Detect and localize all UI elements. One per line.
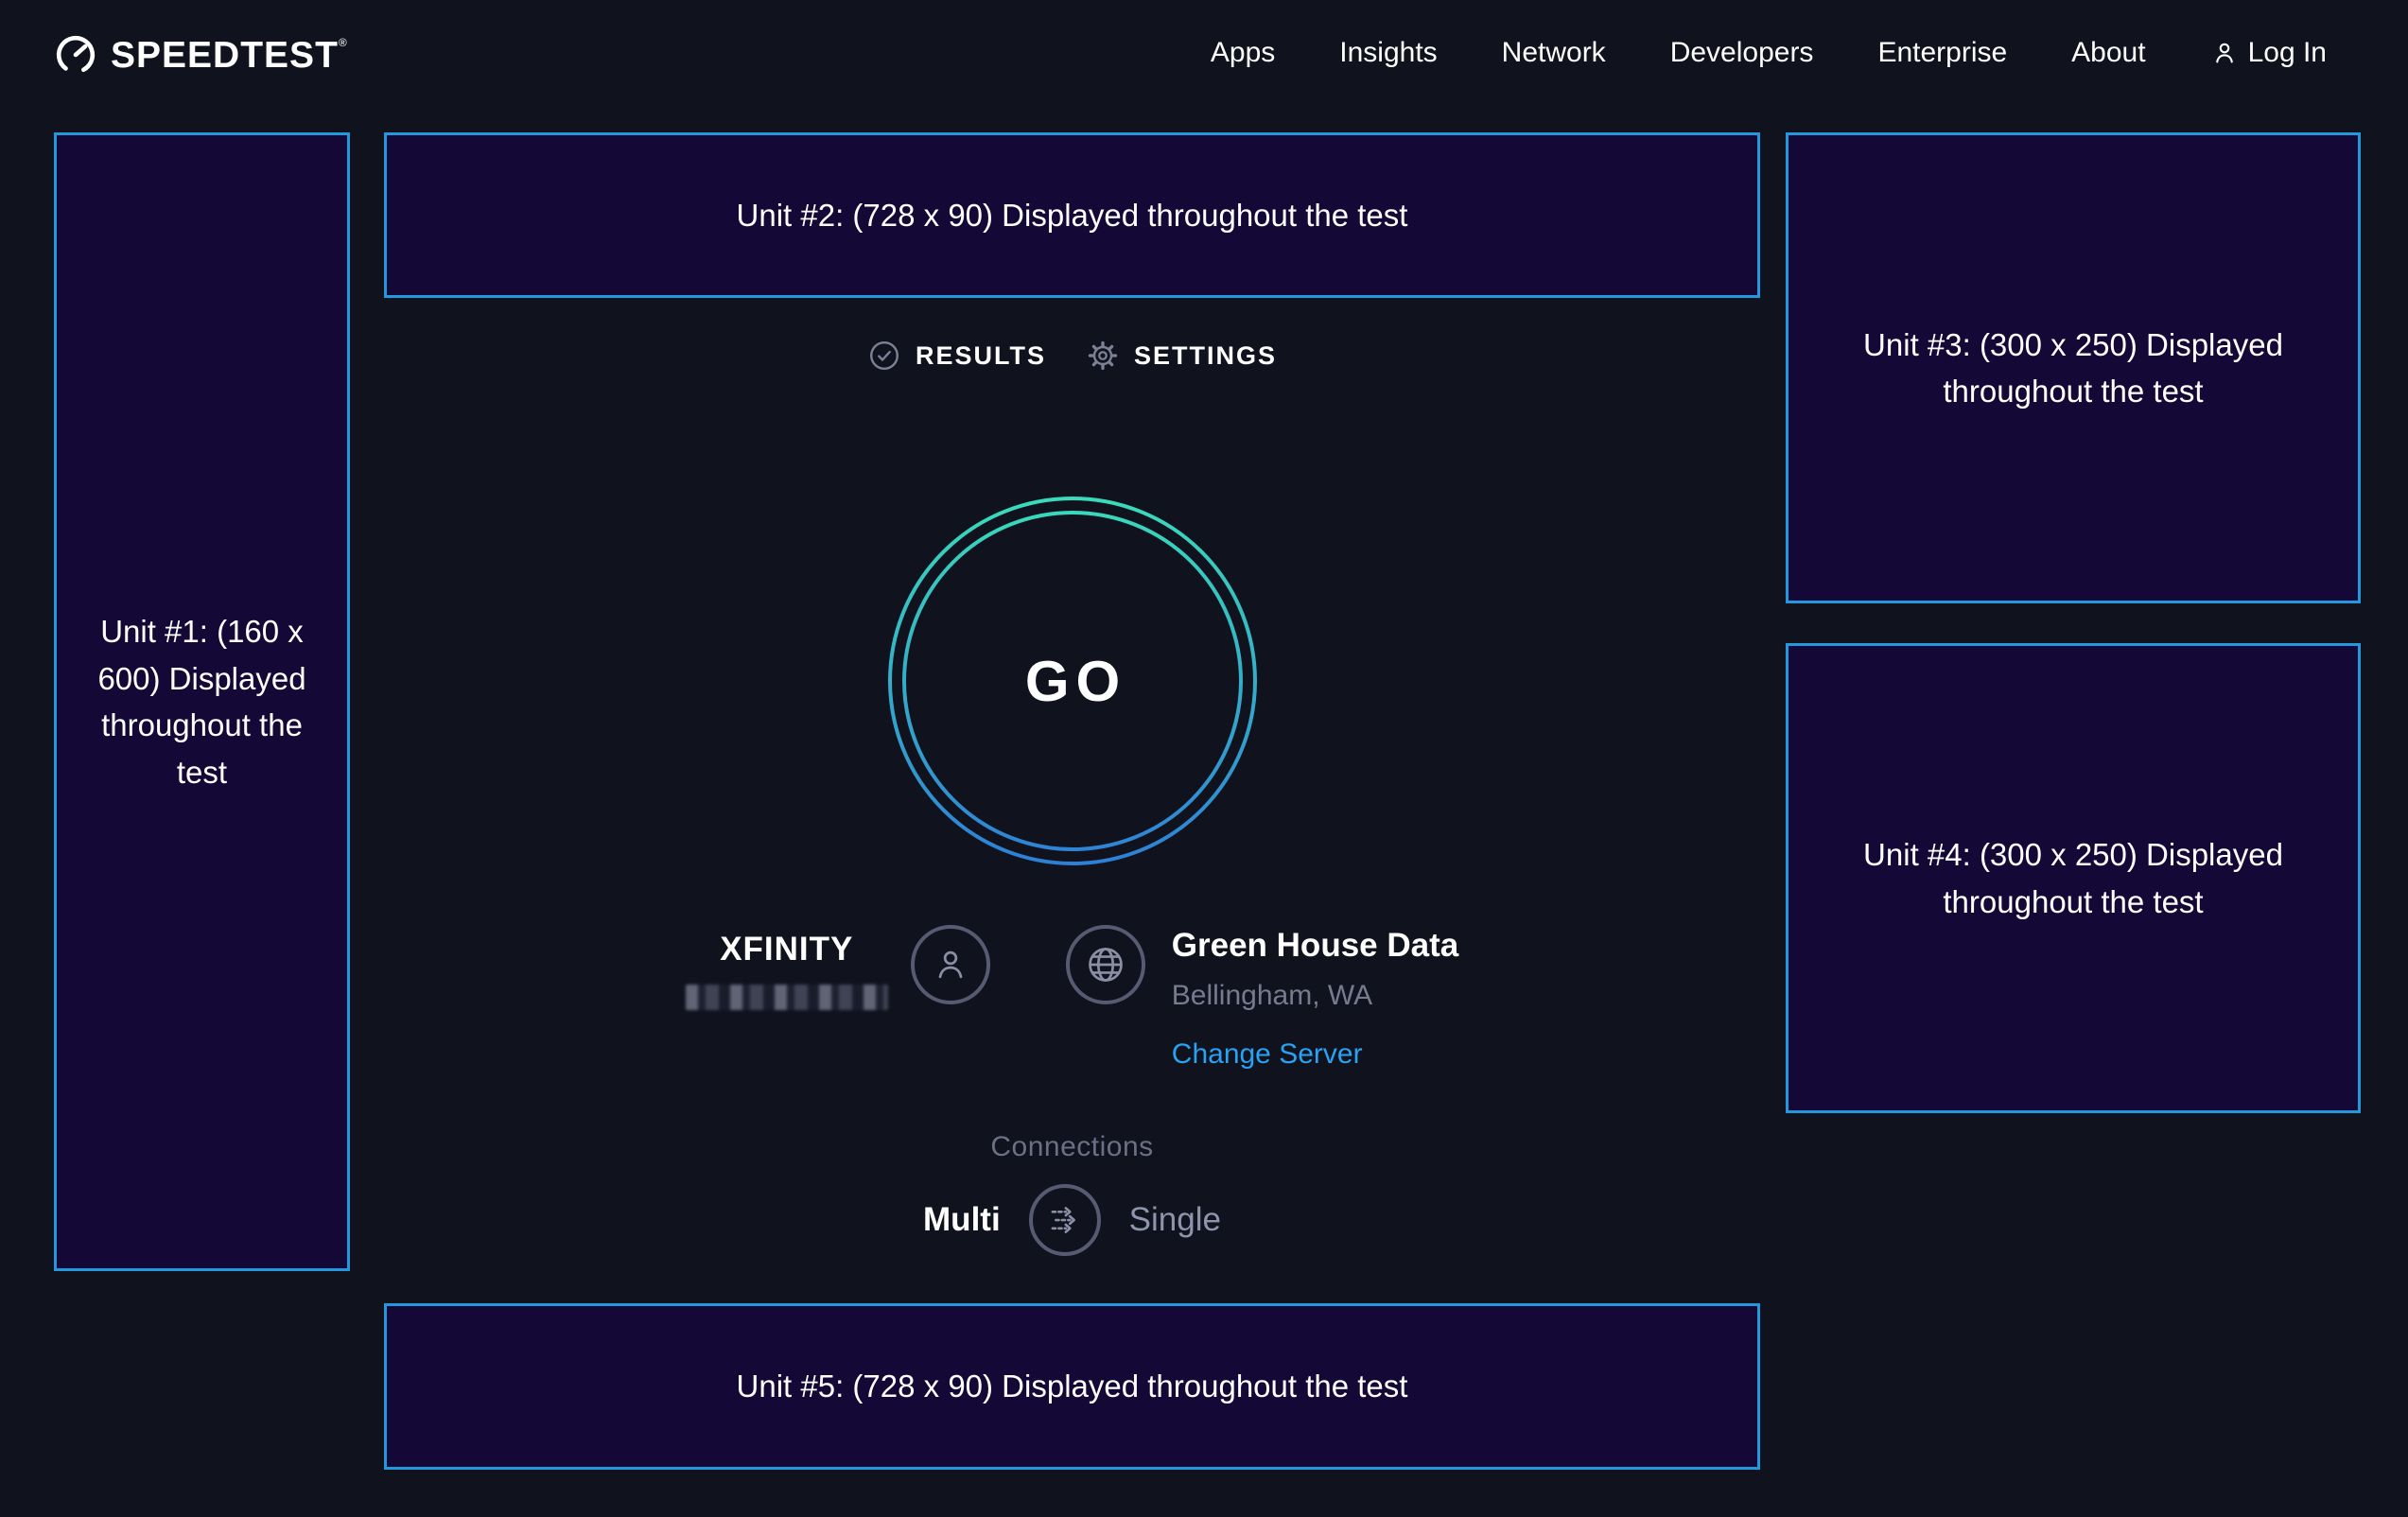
tab-results-label: RESULTS xyxy=(916,341,1046,371)
multi-mode-label[interactable]: Multi xyxy=(923,1201,1001,1239)
single-mode-label[interactable]: Single xyxy=(1129,1201,1221,1239)
brand-text: SPEEDTEST® xyxy=(111,37,348,74)
server-name: Green House Data xyxy=(1172,927,1458,965)
user-icon xyxy=(2210,39,2239,67)
connections-section: Connections Multi Single xyxy=(384,1131,1760,1256)
globe-circle-icon xyxy=(1066,925,1145,1004)
ad-unit-3-label: Unit #3: (300 x 250) Displayed throughou… xyxy=(1862,322,2284,415)
connection-info: XFINITY Green Hous xyxy=(384,925,1760,1071)
nav-item-about[interactable]: About xyxy=(2071,37,2145,69)
ad-unit-2-label: Unit #2: (728 x 90) Displayed throughout… xyxy=(737,192,1408,239)
redacted-ip xyxy=(686,985,888,1010)
login-label: Log In xyxy=(2248,37,2327,69)
nav-menu: Apps Insights Network Developers Enterpr… xyxy=(1211,37,2327,69)
go-button[interactable]: GO xyxy=(886,495,1259,867)
connections-toggle-icon[interactable] xyxy=(1029,1184,1101,1256)
tab-settings-label: SETTINGS xyxy=(1134,341,1277,371)
login-link[interactable]: Log In xyxy=(2210,37,2327,69)
ad-unit-1[interactable]: Unit #1: (160 x 600) Displayed throughou… xyxy=(54,132,350,1271)
ad-unit-5-label: Unit #5: (728 x 90) Displayed throughout… xyxy=(737,1363,1408,1410)
gear-icon xyxy=(1086,339,1120,373)
tab-results[interactable]: RESULTS xyxy=(867,339,1046,373)
gauge-icon xyxy=(54,29,97,77)
ad-unit-3[interactable]: Unit #3: (300 x 250) Displayed throughou… xyxy=(1786,132,2361,603)
nav-item-insights[interactable]: Insights xyxy=(1339,37,1437,69)
speedtest-page: SPEEDTEST® Apps Insights Network Develop… xyxy=(0,0,2408,1517)
tab-settings[interactable]: SETTINGS xyxy=(1086,339,1277,373)
ad-unit-1-label: Unit #1: (160 x 600) Displayed throughou… xyxy=(78,608,326,795)
trademark-mark: ® xyxy=(339,36,348,49)
server-location: Bellingham, WA xyxy=(1172,980,1372,1012)
isp-name: XFINITY xyxy=(720,931,853,968)
nav-item-apps[interactable]: Apps xyxy=(1211,37,1275,69)
nav-item-network[interactable]: Network xyxy=(1502,37,1606,69)
connections-label: Connections xyxy=(384,1131,1760,1163)
ad-unit-4-label: Unit #4: (300 x 250) Displayed throughou… xyxy=(1862,831,2284,925)
isp-block: XFINITY xyxy=(686,925,990,1010)
navbar: SPEEDTEST® Apps Insights Network Develop… xyxy=(0,0,2408,106)
ad-unit-4[interactable]: Unit #4: (300 x 250) Displayed throughou… xyxy=(1786,643,2361,1113)
server-block: Green House Data Bellingham, WA Change S… xyxy=(1066,925,1458,1071)
ad-unit-2[interactable]: Unit #2: (728 x 90) Displayed throughout… xyxy=(384,132,1760,298)
speedtest-logo[interactable]: SPEEDTEST® xyxy=(54,29,348,77)
nav-item-enterprise[interactable]: Enterprise xyxy=(1877,37,2007,69)
go-label: GO xyxy=(886,495,1259,867)
check-circle-icon xyxy=(867,339,901,373)
ad-unit-5[interactable]: Unit #5: (728 x 90) Displayed throughout… xyxy=(384,1303,1760,1470)
change-server-link[interactable]: Change Server xyxy=(1172,1038,1363,1071)
user-circle-icon xyxy=(911,925,990,1004)
nav-item-developers[interactable]: Developers xyxy=(1670,37,1814,69)
tab-bar: RESULTS xyxy=(384,339,1760,373)
